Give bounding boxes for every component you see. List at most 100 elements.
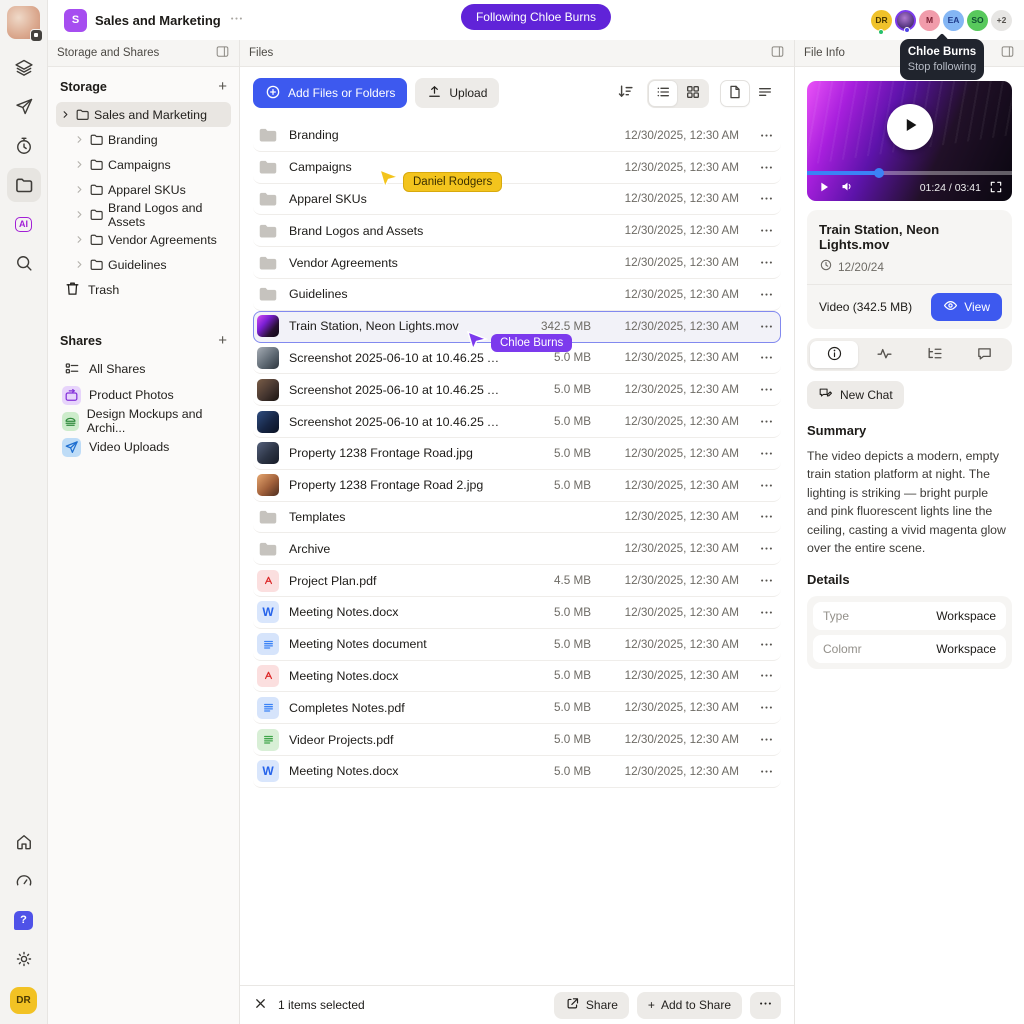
- row-menu-button[interactable]: [751, 350, 781, 365]
- row-menu-button[interactable]: [751, 255, 781, 270]
- row-menu-button[interactable]: [751, 637, 781, 652]
- sidebar-folder-sales-and-marketing[interactable]: Sales and Marketing: [56, 102, 231, 127]
- rail-home-button[interactable]: [7, 825, 41, 859]
- fullscreen-button[interactable]: [989, 180, 1003, 197]
- rail-help-button[interactable]: ?: [7, 903, 41, 937]
- file-row-guidelines[interactable]: Guidelines12/30/2025, 12:30 AM: [253, 279, 781, 311]
- workspace-menu-button[interactable]: [229, 11, 244, 29]
- user-avatar[interactable]: DR: [871, 10, 892, 31]
- row-menu-button[interactable]: [751, 382, 781, 397]
- file-row-campaigns[interactable]: Campaigns12/30/2025, 12:30 AM: [253, 152, 781, 184]
- rail-layers-button[interactable]: [7, 51, 41, 85]
- file-row-archive[interactable]: Archive12/30/2025, 12:30 AM: [253, 533, 781, 565]
- video-player[interactable]: 01:24 / 03:41: [807, 81, 1012, 201]
- file-row-meeting-notes-document[interactable]: Meeting Notes document5.0 MB12/30/2025, …: [253, 629, 781, 661]
- file-row-apparel-skus[interactable]: Apparel SKUs12/30/2025, 12:30 AM: [253, 184, 781, 216]
- stop-following-tooltip[interactable]: Chloe Burns Stop following: [900, 39, 984, 80]
- add-to-share-button[interactable]: + Add to Share: [637, 992, 742, 1019]
- rail-search-button[interactable]: [7, 246, 41, 280]
- sidebar-folder-branding[interactable]: Branding: [56, 127, 231, 152]
- view-button[interactable]: View: [931, 293, 1002, 321]
- user-avatar[interactable]: +2: [991, 10, 1012, 31]
- sidebar-folder-brand-logos-and-assets[interactable]: Brand Logos and Assets: [56, 202, 231, 227]
- row-menu-button[interactable]: [751, 700, 781, 715]
- row-menu-button[interactable]: [751, 668, 781, 683]
- sidebar-share-video-uploads[interactable]: Video Uploads: [56, 434, 231, 460]
- row-menu-button[interactable]: [751, 414, 781, 429]
- file-row-templates[interactable]: Templates12/30/2025, 12:30 AM: [253, 502, 781, 534]
- row-menu-button[interactable]: [751, 605, 781, 620]
- file-row-brand-logos-and-assets[interactable]: Brand Logos and Assets12/30/2025, 12:30 …: [253, 215, 781, 247]
- volume-button[interactable]: [840, 179, 855, 197]
- rail-ai-button[interactable]: AI: [7, 207, 41, 241]
- details-view-button[interactable]: [751, 81, 779, 106]
- user-avatar[interactable]: M: [919, 10, 940, 31]
- row-menu-button[interactable]: [751, 160, 781, 175]
- rail-files-button[interactable]: [7, 168, 41, 202]
- play-button[interactable]: [816, 179, 832, 198]
- tab-comment[interactable]: [961, 341, 1009, 368]
- file-row-meeting-notes-docx[interactable]: WMeeting Notes.docx5.0 MB12/30/2025, 12:…: [253, 756, 781, 788]
- clear-selection-button[interactable]: [253, 996, 268, 1014]
- upload-button[interactable]: Upload: [415, 78, 499, 108]
- file-row-branding[interactable]: Branding12/30/2025, 12:30 AM: [253, 120, 781, 152]
- row-menu-button[interactable]: [751, 541, 781, 556]
- row-menu-button[interactable]: [751, 573, 781, 588]
- grid-view-button[interactable]: [679, 81, 707, 106]
- file-row-meeting-notes-docx[interactable]: Meeting Notes.docx5.0 MB12/30/2025, 12:3…: [253, 661, 781, 693]
- row-menu-button[interactable]: [751, 287, 781, 302]
- following-button[interactable]: Following Chloe Burns: [461, 4, 611, 30]
- sidebar-item-trash[interactable]: Trash: [56, 277, 231, 303]
- file-row-property-1238-frontage-road-jpg[interactable]: Property 1238 Frontage Road.jpg5.0 MB12/…: [253, 438, 781, 470]
- row-menu-button[interactable]: [751, 191, 781, 206]
- row-menu-button[interactable]: [751, 509, 781, 524]
- rail-usage-button[interactable]: [7, 864, 41, 898]
- row-menu-button[interactable]: [751, 223, 781, 238]
- new-chat-button[interactable]: New Chat: [807, 381, 904, 409]
- play-button-large[interactable]: [887, 104, 933, 150]
- row-menu-button[interactable]: [751, 319, 781, 334]
- rail-theme-button[interactable]: [7, 942, 41, 976]
- row-menu-button[interactable]: [751, 732, 781, 747]
- share-button[interactable]: Share: [554, 992, 629, 1019]
- tab-pulse[interactable]: [860, 341, 908, 368]
- row-menu-button[interactable]: [751, 446, 781, 461]
- file-row-vendor-agreements[interactable]: Vendor Agreements12/30/2025, 12:30 AM: [253, 247, 781, 279]
- file-row-screenshot-2025-06-10-at-10-46-25-am-png[interactable]: Screenshot 2025-06-10 at 10.46.25 AM.png…: [253, 406, 781, 438]
- current-user-avatar[interactable]: DR: [10, 987, 37, 1014]
- add-share-button[interactable]: +: [218, 333, 227, 348]
- sidebar-share-product-photos[interactable]: Product Photos: [56, 382, 231, 408]
- collapse-sidebar-button[interactable]: [215, 44, 230, 62]
- rail-history-button[interactable]: [7, 129, 41, 163]
- user-avatar[interactable]: SO: [967, 10, 988, 31]
- list-view-button[interactable]: [649, 81, 677, 106]
- row-menu-button[interactable]: [751, 478, 781, 493]
- sidebar-folder-apparel-skus[interactable]: Apparel SKUs: [56, 177, 231, 202]
- row-menu-button[interactable]: [751, 128, 781, 143]
- user-avatar-photo[interactable]: [895, 10, 916, 31]
- tab-tree[interactable]: [911, 341, 959, 368]
- tab-info[interactable]: [810, 341, 858, 368]
- add-files-button[interactable]: Add Files or Folders: [253, 78, 407, 108]
- file-row-meeting-notes-docx[interactable]: WMeeting Notes.docx5.0 MB12/30/2025, 12:…: [253, 597, 781, 629]
- user-avatar[interactable]: EA: [943, 10, 964, 31]
- file-row-completes-notes-pdf[interactable]: Completes Notes.pdf5.0 MB12/30/2025, 12:…: [253, 692, 781, 724]
- add-storage-button[interactable]: +: [218, 79, 227, 94]
- file-row-videor-projects-pdf[interactable]: Videor Projects.pdf5.0 MB12/30/2025, 12:…: [253, 724, 781, 756]
- collapse-info-button[interactable]: [1000, 44, 1015, 62]
- selection-more-button[interactable]: [750, 992, 781, 1019]
- sidebar-share-design-mockups-and-archi[interactable]: Design Mockups and Archi...: [56, 408, 231, 434]
- sidebar-folder-vendor-agreements[interactable]: Vendor Agreements: [56, 227, 231, 252]
- sidebar-folder-guidelines[interactable]: Guidelines: [56, 252, 231, 277]
- rail-send-button[interactable]: [7, 90, 41, 124]
- app-logo[interactable]: [7, 6, 40, 39]
- sort-button[interactable]: [614, 80, 637, 106]
- file-row-property-1238-frontage-road-2-jpg[interactable]: Property 1238 Frontage Road 2.jpg5.0 MB1…: [253, 470, 781, 502]
- collapse-files-button[interactable]: [770, 44, 785, 62]
- file-row-project-plan-pdf[interactable]: Project Plan.pdf4.5 MB12/30/2025, 12:30 …: [253, 565, 781, 597]
- sidebar-share-all-shares[interactable]: All Shares: [56, 356, 231, 382]
- file-preview-button[interactable]: [721, 81, 749, 106]
- row-menu-button[interactable]: [751, 764, 781, 779]
- sidebar-folder-campaigns[interactable]: Campaigns: [56, 152, 231, 177]
- file-row-screenshot-2025-06-10-at-10-46-25-am-png[interactable]: Screenshot 2025-06-10 at 10.46.25 AM.png…: [253, 374, 781, 406]
